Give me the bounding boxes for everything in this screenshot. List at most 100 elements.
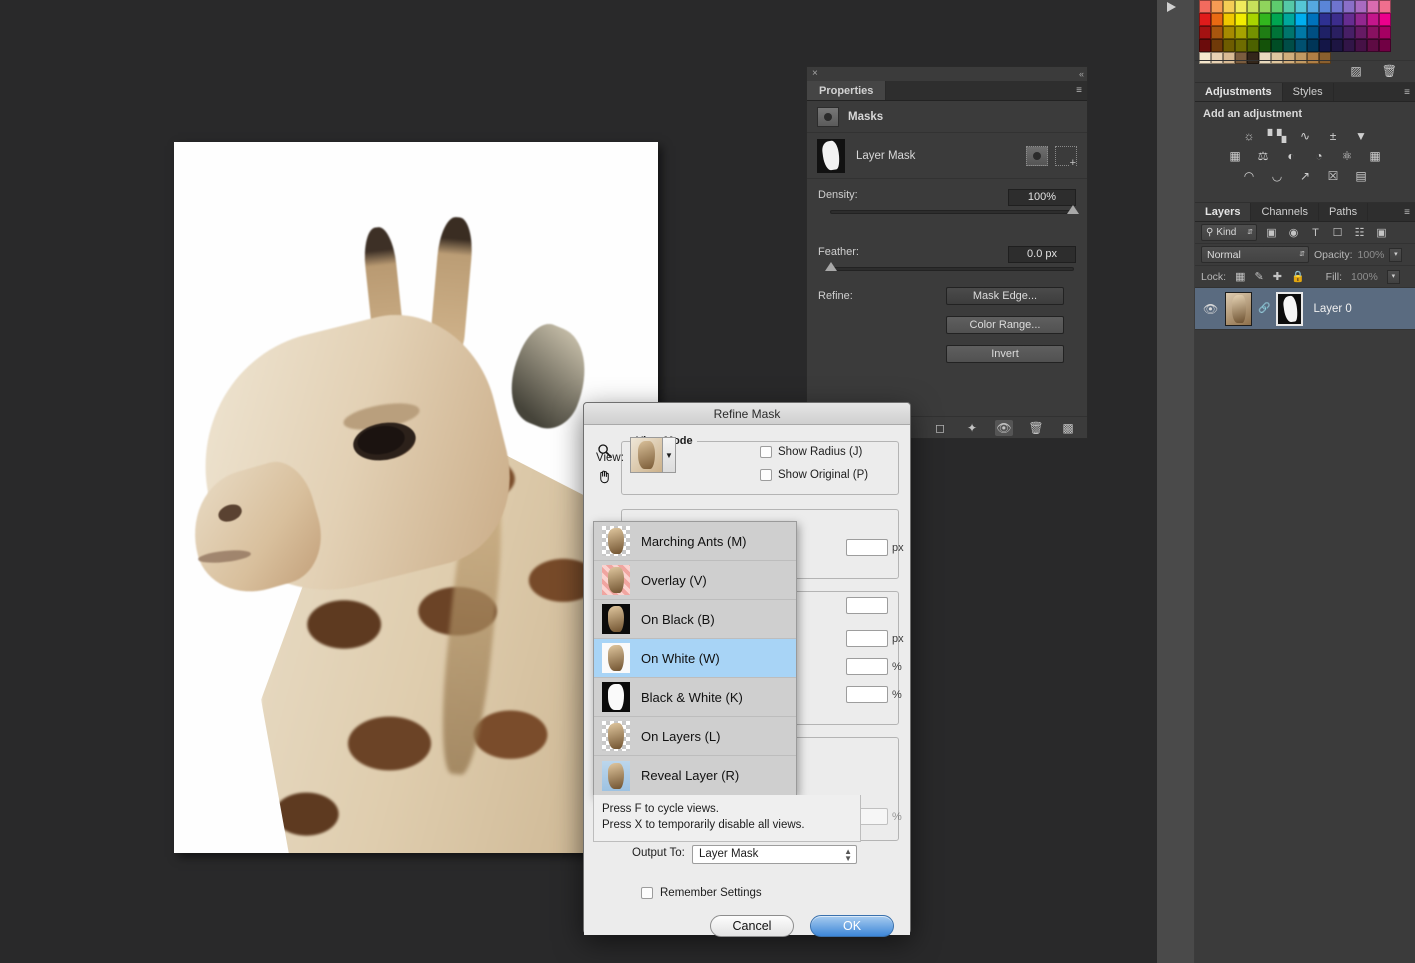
pixel-filter-icon[interactable]: ▣	[1264, 225, 1279, 240]
color-swatch[interactable]	[1343, 26, 1355, 39]
link-icon[interactable]: 🔗	[1258, 303, 1270, 314]
color-swatch[interactable]	[1307, 0, 1319, 13]
feather-value[interactable]: 0.0 px	[1008, 246, 1076, 263]
remember-settings-row[interactable]: Remember Settings	[641, 887, 762, 899]
table-row[interactable]: 👁 🔗 Layer 0	[1195, 288, 1415, 330]
lock-image-icon[interactable]: ✎	[1255, 270, 1264, 283]
color-swatch[interactable]	[1211, 13, 1223, 26]
color-balance-icon[interactable]: ⚖	[1254, 147, 1273, 164]
color-swatch[interactable]	[1379, 13, 1391, 26]
levels-icon[interactable]: ▘▚	[1268, 127, 1287, 144]
color-swatch[interactable]	[1247, 26, 1259, 39]
exposure-icon[interactable]: ±	[1324, 127, 1343, 144]
color-swatch[interactable]	[1199, 13, 1211, 26]
color-swatch[interactable]	[1283, 26, 1295, 39]
filter-toggle-icon[interactable]: ▣	[1374, 225, 1389, 240]
tab-paths[interactable]: Paths	[1319, 203, 1368, 221]
color-swatch[interactable]	[1223, 39, 1235, 52]
layer-name[interactable]: Layer 0	[1313, 303, 1351, 315]
color-swatch[interactable]	[1295, 13, 1307, 26]
close-icon[interactable]: ×	[812, 68, 818, 80]
color-swatch[interactable]	[1235, 39, 1247, 52]
color-swatch[interactable]	[1379, 0, 1391, 13]
invert-icon[interactable]: ▦	[1366, 147, 1385, 164]
view-option-black-and-white[interactable]: Black & White (K)	[594, 678, 796, 717]
density-value[interactable]: 100%	[1008, 189, 1076, 206]
color-swatch[interactable]	[1283, 39, 1295, 52]
color-swatch[interactable]	[1319, 26, 1331, 39]
color-swatch[interactable]	[1319, 13, 1331, 26]
color-swatch[interactable]	[1307, 26, 1319, 39]
toggle-mask-icon[interactable]: 👁	[995, 420, 1013, 436]
output-to-select[interactable]: Layer Mask ▲▼	[692, 845, 857, 864]
color-swatch[interactable]	[1247, 13, 1259, 26]
tab-properties[interactable]: Properties	[807, 81, 886, 100]
load-selection-icon[interactable]: ◻	[931, 420, 949, 436]
layer-thumbnail[interactable]	[1225, 292, 1252, 326]
view-option-on-white[interactable]: On White (W)	[594, 639, 796, 678]
tab-adjustments[interactable]: Adjustments	[1195, 83, 1283, 101]
refine-mask-dialog[interactable]: Refine Mask View Mode Vie	[583, 402, 911, 934]
color-swatch[interactable]	[1319, 0, 1331, 13]
color-swatch[interactable]	[1283, 0, 1295, 13]
color-swatch[interactable]	[1355, 26, 1367, 39]
color-swatch[interactable]	[1343, 0, 1355, 13]
feather-slider[interactable]	[830, 267, 1074, 271]
stepper-arrows-icon[interactable]: ▲▼	[844, 848, 852, 862]
color-swatch[interactable]	[1367, 0, 1379, 13]
color-swatch[interactable]	[1271, 39, 1283, 52]
color-swatch[interactable]	[1331, 13, 1343, 26]
color-swatch[interactable]	[1343, 13, 1355, 26]
view-option-overlay[interactable]: Overlay (V)	[594, 561, 796, 600]
color-swatch[interactable]	[1271, 13, 1283, 26]
color-swatch[interactable]	[1307, 13, 1319, 26]
adjustment-filter-icon[interactable]: ◉	[1286, 225, 1301, 240]
lock-position-icon[interactable]: ✚	[1273, 270, 1282, 283]
cancel-button[interactable]: Cancel	[710, 915, 794, 937]
color-swatch[interactable]	[1379, 39, 1391, 52]
stepper-arrows-icon[interactable]: ⇵	[1247, 229, 1253, 236]
color-swatch[interactable]	[1331, 0, 1343, 13]
lock-transparent-icon[interactable]: ▦	[1235, 270, 1245, 283]
swatches-panel[interactable]: ▨ 🗑	[1195, 0, 1415, 80]
color-swatch[interactable]	[1295, 0, 1307, 13]
color-swatch[interactable]	[1211, 26, 1223, 39]
color-swatch[interactable]	[1295, 39, 1307, 52]
mask-edge-button[interactable]: Mask Edge...	[946, 287, 1064, 305]
color-swatch[interactable]	[1223, 26, 1235, 39]
lock-all-icon[interactable]: 🔒	[1291, 270, 1305, 283]
show-original-checkbox[interactable]	[760, 469, 772, 481]
color-lookup-icon[interactable]: ▤	[1352, 167, 1371, 184]
color-swatch[interactable]	[1235, 26, 1247, 39]
threshold-icon[interactable]: ◡	[1268, 167, 1287, 184]
curves-icon[interactable]: ∿	[1296, 127, 1315, 144]
color-swatch[interactable]	[1199, 39, 1211, 52]
delete-mask-icon[interactable]: 🗑	[1027, 420, 1045, 436]
ok-button[interactable]: OK	[810, 915, 894, 937]
color-swatch[interactable]	[1367, 39, 1379, 52]
color-swatch[interactable]	[1259, 0, 1271, 13]
feather-slider-handle[interactable]	[825, 262, 837, 271]
black-white-icon[interactable]: ◐	[1282, 147, 1301, 164]
tab-layers[interactable]: Layers	[1195, 203, 1251, 221]
vector-mask-icon[interactable]	[1055, 146, 1077, 166]
gradient-map-icon[interactable]: ↗	[1296, 167, 1315, 184]
channel-mixer-icon[interactable]: ⚛	[1338, 147, 1357, 164]
color-swatch[interactable]	[1235, 0, 1247, 13]
view-option-on-layers[interactable]: On Layers (L)	[594, 717, 796, 756]
new-swatch-icon[interactable]: ▨	[1350, 64, 1361, 78]
color-swatch[interactable]	[1247, 0, 1259, 13]
fill-value[interactable]: 100%	[1351, 271, 1378, 283]
layer-kind-select[interactable]: ⚲ Kind ⇵	[1201, 224, 1257, 241]
color-swatch[interactable]	[1367, 13, 1379, 26]
color-swatch[interactable]	[1367, 26, 1379, 39]
color-swatch[interactable]	[1211, 0, 1223, 13]
layer-mask-row[interactable]: Layer Mask	[807, 133, 1087, 179]
smart-object-filter-icon[interactable]: ☷	[1352, 225, 1367, 240]
tab-channels[interactable]: Channels	[1251, 203, 1318, 221]
posterize-icon[interactable]: ◠	[1240, 167, 1259, 184]
layers-panel[interactable]: Layers Channels Paths ≡ ⚲ Kind ⇵ ▣ ◉ T ☐…	[1195, 202, 1415, 362]
panel-menu-icon[interactable]: ≡	[1076, 85, 1082, 96]
type-filter-icon[interactable]: T	[1308, 225, 1323, 240]
eye-icon[interactable]: 👁	[1203, 302, 1219, 316]
